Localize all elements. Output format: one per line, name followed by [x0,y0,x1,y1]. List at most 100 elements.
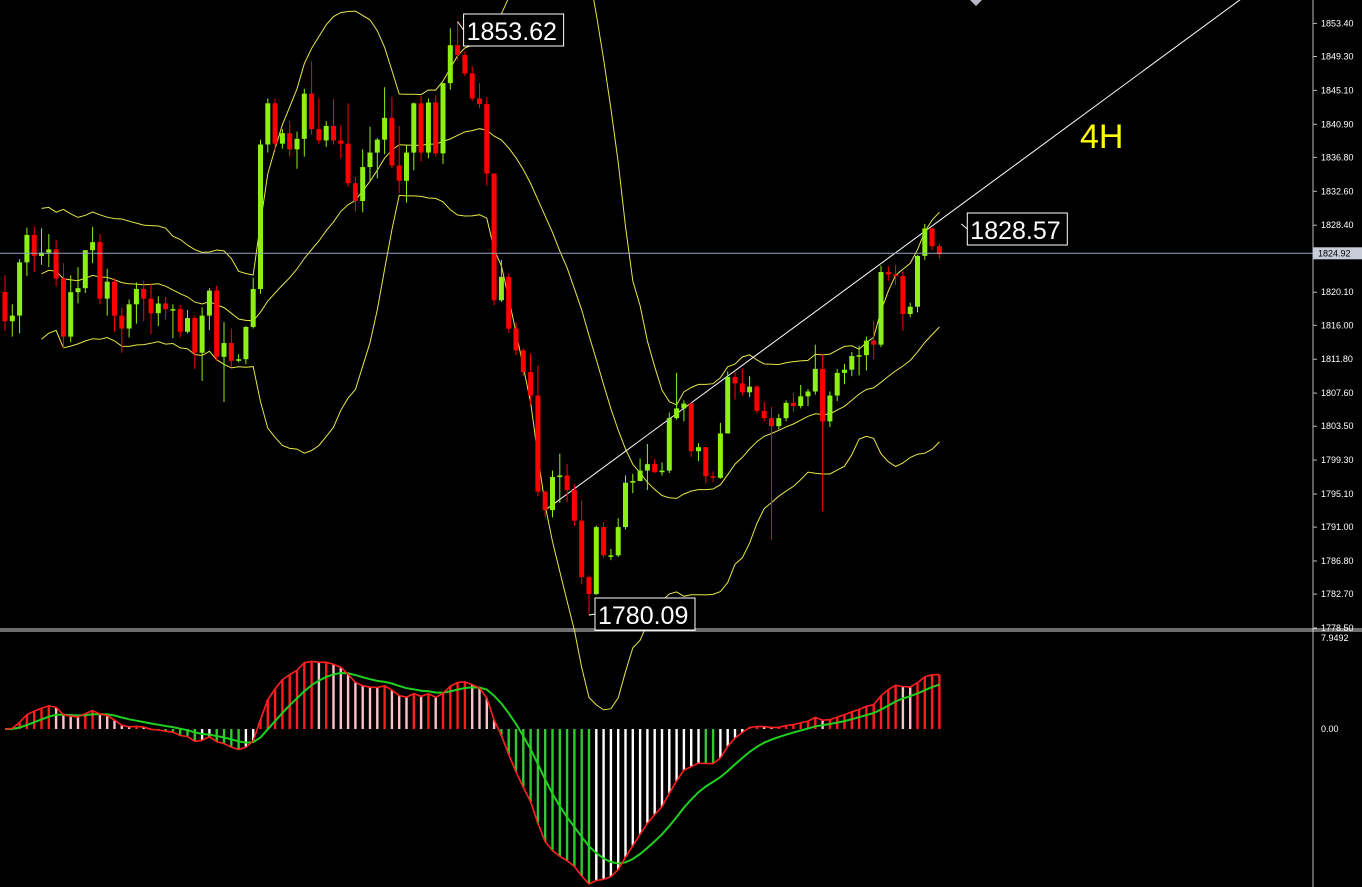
candle-body [732,376,738,384]
price-chart[interactable]: 1853.40 1849.30 1845.10 1840.90 1836.80 1832.… [0,0,1362,887]
candle-body [915,255,920,307]
candle-body [922,228,928,256]
candle-body [192,318,198,353]
candle-body [812,368,818,392]
price-tick-label: 1807.60 [1321,388,1354,398]
candle-body [498,276,504,301]
candle-body [345,143,351,184]
candle-body [900,276,906,314]
candle-body [206,290,212,316]
candle-body [863,340,869,356]
price-tick-label: 1786.80 [1321,556,1354,566]
candle-body [309,93,315,130]
candle-body [31,234,37,256]
candle-body [739,383,745,393]
candle-body [506,276,512,329]
candle-body [477,98,482,105]
price-tick-label: 1778.50 [1321,623,1354,633]
candle-body [790,402,796,407]
candle-body [447,45,453,84]
candle-body [666,418,672,471]
candle-body [885,272,891,275]
candle-body [418,103,424,153]
candle-body [710,476,716,478]
candle-body [659,470,665,473]
candle-body [163,303,169,310]
price-tick-label: 1853.40 [1321,18,1354,28]
candle-body [60,278,66,337]
chart-background [0,0,1362,887]
candle-body [688,403,694,452]
candle-body [382,117,388,140]
candle-body [389,117,395,166]
candle-body [842,369,847,373]
callout-price-label: 1780.09 [598,602,688,630]
candle-body [455,45,461,55]
candle-body [97,242,103,299]
candle-body [630,481,636,483]
candle-body [513,328,519,351]
candle-body [316,129,322,141]
candle-body [185,318,190,332]
candle-body [119,315,125,329]
candle-body [469,73,475,99]
callout-price-label: 1853.62 [467,18,557,46]
candle-body [761,410,767,419]
candle-body [542,491,548,511]
price-tick-label: 1820.10 [1321,287,1354,297]
candle-body [703,447,709,477]
candle-body [776,418,782,427]
candle-body [24,234,30,263]
candle-body [674,408,680,419]
candle-body [579,520,585,578]
candle-body [491,173,497,301]
candle-body [287,133,293,150]
candle-body [374,139,380,153]
candle-body [46,249,52,253]
candle-body [644,464,650,471]
candle-body [907,306,913,314]
callout-price-label: 1828.57 [970,217,1060,245]
candle-body [564,475,570,490]
price-tick-label: 1791.00 [1321,522,1354,532]
price-tick-label: 1799.30 [1321,455,1354,465]
candle-body [696,447,701,452]
candle-body [258,144,263,289]
candle-body [440,83,446,154]
price-tick-label: 1849.30 [1321,52,1354,62]
candle-body [608,555,614,557]
candle-body [805,391,811,397]
candle-body [550,477,555,511]
candle-body [528,372,534,396]
candle-body [360,167,366,201]
price-tick-label: 1811.80 [1321,354,1353,364]
candle-body [856,355,862,357]
candle-body [141,288,147,299]
candle-body [331,125,336,141]
candle-body [462,54,468,74]
candle-body [279,133,285,144]
candle-body [871,340,877,345]
price-tick-label: 1795.10 [1321,489,1354,499]
candle-body [221,343,227,357]
candle-body [783,402,789,419]
candle-body [849,355,855,370]
candle-body [535,395,541,492]
candle-body [155,303,161,314]
candle-body [484,104,490,174]
macd-zero-label: 0.00 [1321,724,1339,734]
candle-body [717,433,723,478]
candle-body [396,165,402,181]
candle-body [601,527,607,556]
candle-body [425,102,431,153]
candle-body [681,403,687,409]
macd-max-label: 7.9492 [1321,633,1349,643]
candle-body [652,464,658,473]
candle-body [68,292,74,337]
candle-body [827,395,833,422]
candle-body [148,298,154,314]
candle-body [323,125,329,141]
candle-body [170,309,176,311]
candle-body [571,489,577,521]
candle-body [615,527,621,556]
